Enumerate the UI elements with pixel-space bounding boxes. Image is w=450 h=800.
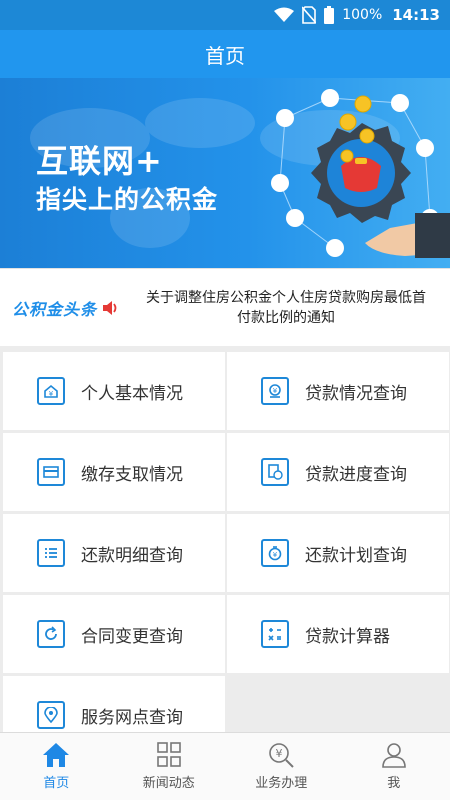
speaker-icon xyxy=(101,299,119,317)
nav-news[interactable]: 新闻动态 xyxy=(113,733,226,800)
bottom-nav: 首页 新闻动态 ¥ 业务办理 我 xyxy=(0,732,450,800)
card-icon xyxy=(37,458,65,486)
loan-query-icon: ¥ xyxy=(261,377,289,405)
nav-label: 新闻动态 xyxy=(142,776,195,791)
tile-personal-info[interactable]: ¥ 个人基本情况 xyxy=(3,352,225,430)
svg-text:¥: ¥ xyxy=(273,551,278,559)
tile-label: 贷款进度查询 xyxy=(305,464,407,485)
tile-label: 贷款计算器 xyxy=(305,626,390,647)
svg-text:¥: ¥ xyxy=(276,747,283,760)
tile-loan-calculator[interactable]: 贷款计算器 xyxy=(227,595,449,673)
banner-headline: 互联网+ xyxy=(36,142,163,180)
nav-me[interactable]: 我 xyxy=(338,733,450,800)
battery-icon xyxy=(324,6,335,24)
nav-business[interactable]: ¥ 业务办理 xyxy=(225,733,338,800)
list-icon xyxy=(37,539,65,567)
svg-text:¥: ¥ xyxy=(49,390,54,398)
app-bar: 首页 xyxy=(0,30,450,78)
svg-text:¥: ¥ xyxy=(273,387,278,395)
tile-loan-progress[interactable]: 贷款进度查询 xyxy=(227,433,449,511)
page-title: 首页 xyxy=(205,43,245,68)
tile-repayment-detail[interactable]: 还款明细查询 xyxy=(3,514,225,592)
no-sim-icon xyxy=(302,6,317,24)
tile-label: 合同变更查询 xyxy=(81,626,183,647)
promo-banner[interactable]: 互联网+ 指尖上的公积金 xyxy=(0,78,450,268)
tile-contract-change[interactable]: 合同变更查询 xyxy=(3,595,225,673)
tile-label: 还款明细查询 xyxy=(81,545,183,566)
nav-home[interactable]: 首页 xyxy=(0,733,113,800)
nav-label: 我 xyxy=(387,776,401,791)
house-doc-icon: ¥ xyxy=(37,377,65,405)
tile-loan-query[interactable]: ¥ 贷款情况查询 xyxy=(227,352,449,430)
news-headline-bar[interactable]: 公积金头条 关于调整住房公积金个人住房贷款购房最低首付款比例的通知 xyxy=(0,268,450,346)
tile-label: 服务网点查询 xyxy=(81,707,183,728)
news-headline[interactable]: 关于调整住房公积金个人住房贷款购房最低首付款比例的通知 xyxy=(140,288,440,328)
location-icon xyxy=(37,701,65,729)
clock: 14:13 xyxy=(392,6,440,24)
nav-label: 业务办理 xyxy=(255,776,308,791)
progress-doc-icon xyxy=(261,458,289,486)
news-logo-text: 公积金头条 xyxy=(12,299,98,319)
yen-search-icon: ¥ xyxy=(269,743,294,768)
tile-label: 缴存支取情况 xyxy=(81,464,183,485)
stopwatch-icon: ¥ xyxy=(261,539,289,567)
gear-wallet-illustration xyxy=(271,89,450,258)
status-bar: 100% 14:13 xyxy=(0,0,450,30)
banner-subheadline: 指尖上的公积金 xyxy=(36,185,219,214)
wifi-icon xyxy=(274,7,295,23)
tile-repayment-plan[interactable]: ¥ 还款计划查询 xyxy=(227,514,449,592)
tile-deposit-withdraw[interactable]: 缴存支取情况 xyxy=(3,433,225,511)
tile-label: 还款计划查询 xyxy=(305,545,407,566)
calculator-icon xyxy=(261,620,289,648)
user-icon xyxy=(381,743,406,768)
tile-label: 个人基本情况 xyxy=(81,383,183,404)
news-logo: 公积金头条 xyxy=(0,296,140,320)
tile-label: 贷款情况查询 xyxy=(305,383,407,404)
refresh-icon xyxy=(37,620,65,648)
nav-label: 首页 xyxy=(43,776,70,791)
home-icon xyxy=(43,743,70,767)
battery-percent: 100% xyxy=(342,7,383,23)
grid-icon xyxy=(156,742,181,767)
